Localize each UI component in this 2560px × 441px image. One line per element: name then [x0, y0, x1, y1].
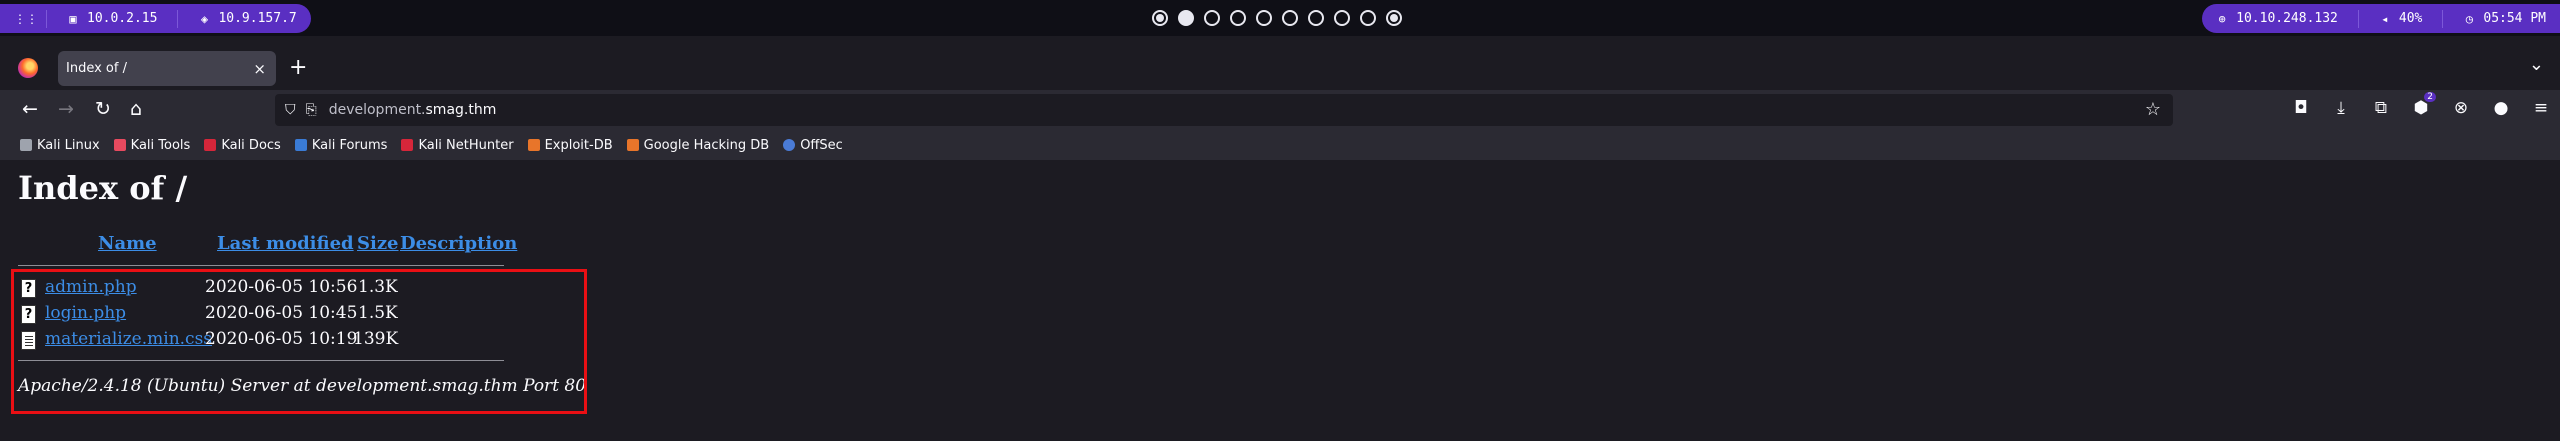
foxyproxy-extension-icon[interactable]: ⬢ 2: [2412, 92, 2436, 118]
offsec-icon: [783, 139, 796, 151]
extension-badge: 2: [2424, 92, 2436, 102]
system-bar-right: ⊕ 10.10.248.132 ◂ 40% ◷ 05:54 PM: [2202, 4, 2560, 33]
kali-forums-icon: [294, 139, 307, 151]
monitor-icon: ▣: [69, 11, 77, 26]
workspace-switcher: [1152, 10, 1402, 26]
bookmark-label: Google Hacking DB: [643, 137, 770, 153]
new-tab-button[interactable]: +: [289, 55, 307, 80]
kali-docs-icon: [204, 139, 217, 151]
home-icon[interactable]: ⌂: [130, 98, 142, 120]
clock-icon: ◷: [2465, 11, 2473, 26]
list-all-tabs-chevron-icon[interactable]: ⌄: [2529, 54, 2544, 75]
bookmark-label: Kali Forums: [311, 137, 388, 153]
workspace-1[interactable]: [1152, 10, 1168, 26]
clock-text: 05:54 PM: [2483, 11, 2546, 26]
vpn-ip-indicator[interactable]: ◈ 10.9.157.7: [198, 11, 297, 26]
vpn-ip-text: 10.9.157.7: [218, 11, 297, 26]
app-menu-button[interactable]: ⋮⋮: [14, 11, 38, 26]
vpn-shield-icon: ◈: [200, 11, 209, 26]
workspace-5[interactable]: [1256, 10, 1272, 26]
workspace-4[interactable]: [1230, 10, 1246, 26]
target-ip-indicator[interactable]: ⊕ 10.10.248.132: [2216, 11, 2338, 26]
bookmark-google-hacking-db[interactable]: Google Hacking DB: [626, 137, 770, 153]
bookmark-label: Kali Linux: [37, 137, 100, 153]
system-bar-left: ⋮⋮ ▣ 10.0.2.15 ◈ 10.9.157.7: [0, 4, 311, 33]
extensions-icon[interactable]: ⧉: [2372, 98, 2390, 118]
tab-close-icon[interactable]: ×: [253, 60, 266, 78]
reload-icon[interactable]: ↻: [95, 98, 111, 120]
bookmark-kali-docs[interactable]: Kali Docs: [204, 138, 281, 153]
url-domain: smag.thm: [425, 102, 497, 118]
page-title: Index of /: [18, 169, 188, 207]
nethunter-icon: [401, 139, 414, 151]
exploit-db-icon: [527, 139, 540, 151]
local-ip-text: 10.0.2.15: [87, 11, 158, 26]
back-arrow-icon[interactable]: ←: [22, 98, 38, 120]
menu-grid-icon: ⋮⋮: [14, 11, 38, 26]
address-bar[interactable]: ⛉ ⎘ development. smag.thm ☆: [275, 94, 2173, 126]
divider: [177, 9, 179, 28]
workspace-7[interactable]: [1308, 10, 1324, 26]
bookmark-exploit-db[interactable]: Exploit-DB: [527, 137, 613, 153]
divider: [2442, 9, 2444, 28]
system-bar: ⋮⋮ ▣ 10.0.2.15 ◈ 10.9.157.7 ⊕ 10.10.248.…: [0, 0, 2560, 36]
ghdb-icon: [626, 139, 639, 151]
bookmarks-bar: Kali Linux Kali Tools Kali Docs Kali For…: [0, 130, 2560, 160]
target-ip-text: 10.10.248.132: [2236, 11, 2338, 26]
divider: [2357, 9, 2359, 28]
bookmark-kali-forums[interactable]: Kali Forums: [294, 137, 388, 153]
pocket-icon[interactable]: ◘: [2292, 98, 2310, 118]
bookmark-star-icon[interactable]: ☆: [2145, 99, 2161, 120]
bookmark-kali-tools[interactable]: Kali Tools: [113, 137, 191, 153]
workspace-10[interactable]: [1386, 10, 1402, 26]
bookmark-label: Kali Docs: [221, 137, 281, 153]
header-divider: [18, 265, 504, 266]
sort-by-name-link[interactable]: Name: [98, 233, 157, 254]
local-ip-indicator[interactable]: ▣ 10.0.2.15: [67, 11, 157, 26]
bookmark-offsec[interactable]: OffSec: [783, 138, 843, 153]
downloads-icon[interactable]: ⤓: [2332, 98, 2350, 118]
workspace-2[interactable]: [1178, 10, 1194, 26]
sort-by-size-link[interactable]: Size: [357, 233, 399, 254]
bookmark-label: Kali NetHunter: [418, 137, 514, 153]
volume-text: 40%: [2398, 11, 2423, 26]
firefox-logo-icon: [18, 58, 38, 78]
bookmark-label: Kali Tools: [130, 137, 191, 153]
bookmark-label: Exploit-DB: [544, 137, 613, 153]
browser-nav-bar: ← → ↻ ⌂ ⛉ ⎘ development. smag.thm ☆ ◘ ⤓ ⧉…: [0, 90, 2560, 130]
bookmark-kali-nethunter[interactable]: Kali NetHunter: [401, 137, 514, 153]
kali-dragon-icon: [20, 139, 32, 151]
workspace-3[interactable]: [1204, 10, 1220, 26]
page-info-icon[interactable]: ⎘: [306, 102, 317, 118]
sort-by-description-link[interactable]: Description: [400, 233, 517, 254]
tab-index-of[interactable]: Index of / ×: [58, 51, 276, 86]
browser-tab-bar: Index of / × + ⌄: [0, 46, 2560, 90]
bookmark-label: OffSec: [800, 137, 843, 153]
bookmark-kali-linux[interactable]: Kali Linux: [20, 138, 100, 153]
url-subdomain: development.: [328, 102, 426, 118]
tab-title: Index of /: [66, 61, 127, 76]
workspace-9[interactable]: [1360, 10, 1376, 26]
page-content: Index of / Name Last modified Size Descr…: [0, 160, 2560, 441]
tracking-shield-icon[interactable]: ⛉: [285, 102, 296, 118]
volume-icon: ◂: [2381, 11, 2389, 26]
target-icon: ⊕: [2218, 11, 2226, 26]
annotation-highlight-box: [11, 269, 587, 414]
workspace-8[interactable]: [1334, 10, 1350, 26]
volume-indicator[interactable]: ◂ 40%: [2379, 11, 2422, 26]
app-menu-icon[interactable]: ≡: [2532, 98, 2550, 118]
clock-indicator[interactable]: ◷ 05:54 PM: [2463, 11, 2546, 26]
toolbar-icons: ◘ ⤓ ⧉ ⬢ 2 ⊗ ● ≡: [2292, 92, 2550, 118]
mask-extension-icon[interactable]: ⊗: [2452, 98, 2470, 118]
workspace-6[interactable]: [1282, 10, 1298, 26]
divider: [46, 9, 47, 28]
sort-by-modified-link[interactable]: Last modified: [217, 233, 354, 254]
cookie-extension-icon[interactable]: ●: [2492, 98, 2510, 118]
kali-tools-icon: [113, 139, 126, 151]
forward-arrow-icon[interactable]: →: [58, 98, 74, 120]
